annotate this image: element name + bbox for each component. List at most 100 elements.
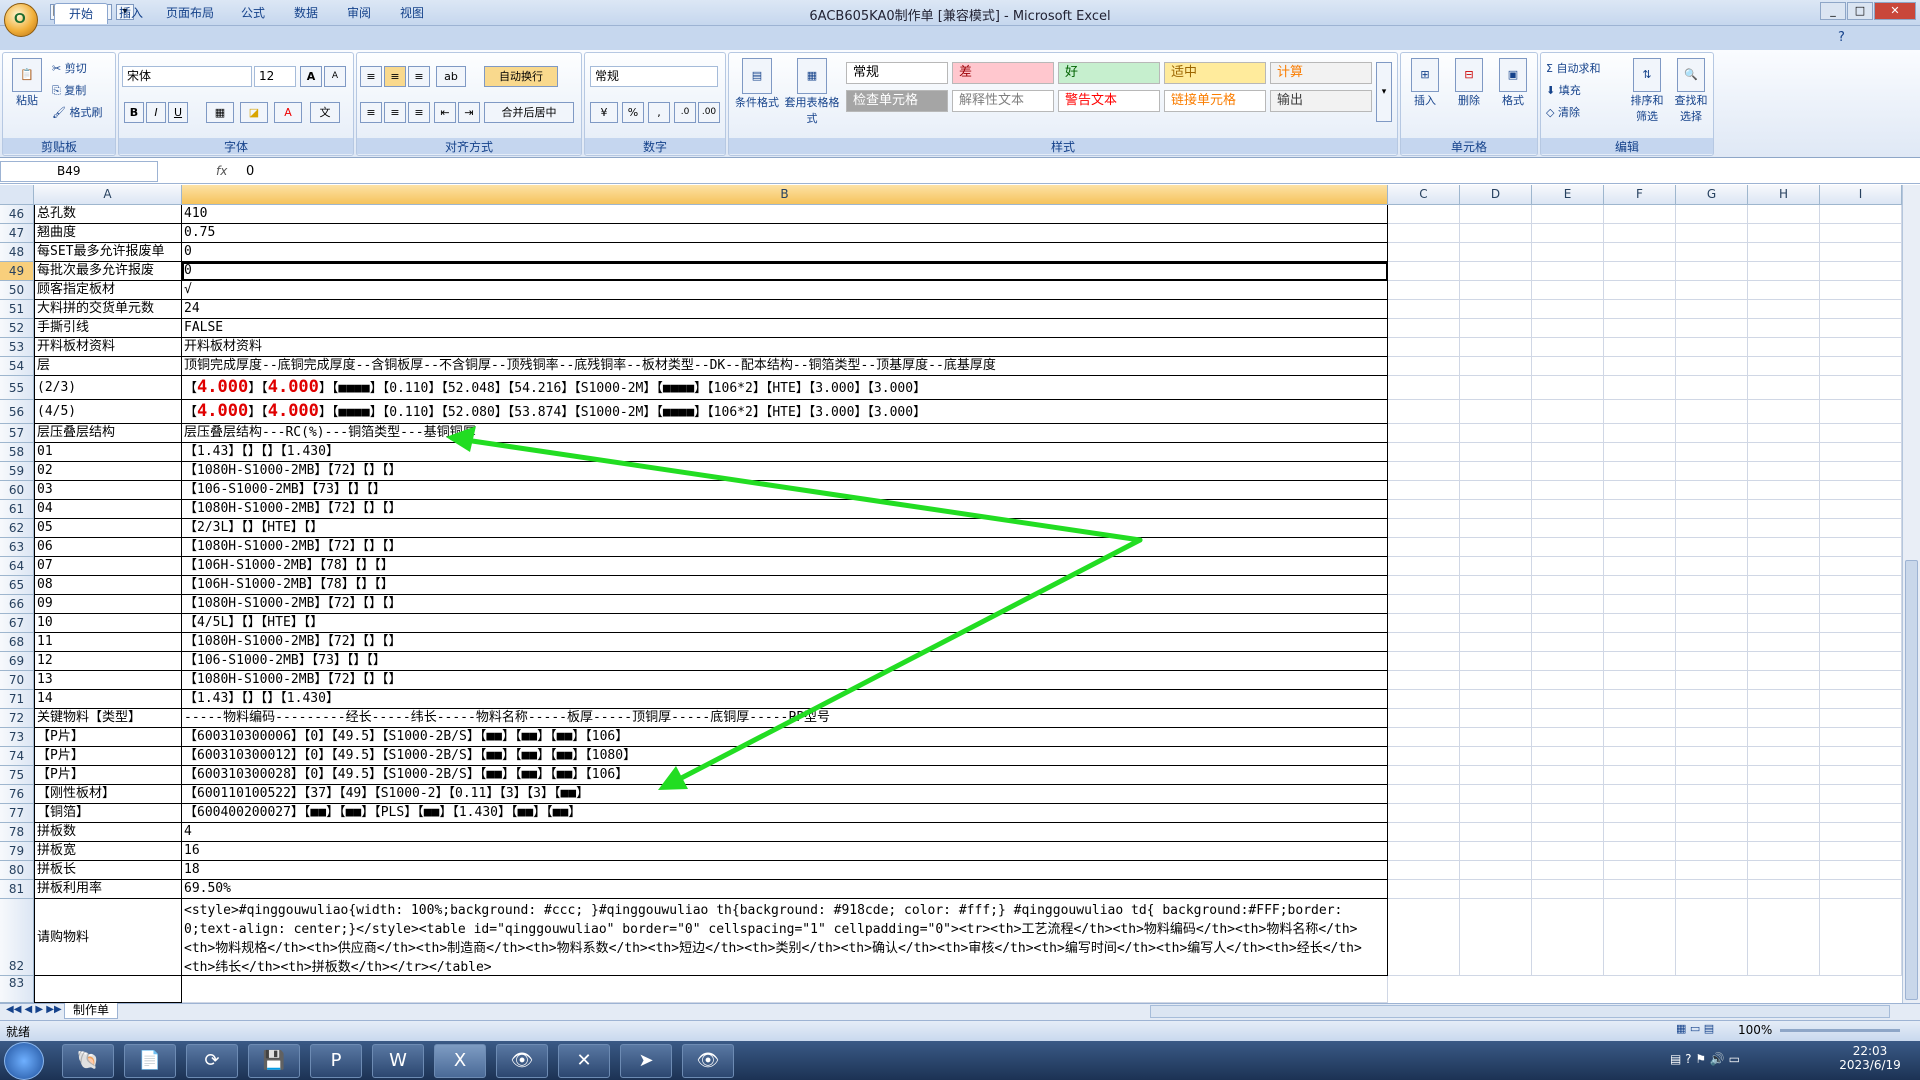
- delete-cells-button[interactable]: ⊟ 删除: [1448, 58, 1490, 108]
- tab-page-layout[interactable]: 页面布局: [152, 3, 228, 24]
- cell-C57[interactable]: [1388, 424, 1460, 443]
- formula-input[interactable]: 0: [246, 164, 254, 179]
- cell-F52[interactable]: [1604, 319, 1676, 338]
- cell-E69[interactable]: [1532, 652, 1604, 671]
- cell-D50[interactable]: [1460, 281, 1532, 300]
- cell-A83[interactable]: [34, 976, 182, 1003]
- taskbar-app-icon[interactable]: ⟳: [186, 1044, 238, 1078]
- taskbar-x-icon[interactable]: ✕: [558, 1044, 610, 1078]
- cell-D46[interactable]: [1460, 205, 1532, 224]
- cell-D68[interactable]: [1460, 633, 1532, 652]
- cell-C73[interactable]: [1388, 728, 1460, 747]
- cell-E57[interactable]: [1532, 424, 1604, 443]
- cell-B54[interactable]: 顶铜完成厚度--底铜完成厚度--含铜板厚--不含铜厚--顶残铜率--底残铜率--…: [182, 357, 1388, 376]
- clock[interactable]: 22:03 2023/6/19: [1830, 1044, 1910, 1072]
- cell-A62[interactable]: 05: [34, 519, 182, 538]
- cell-B78[interactable]: 4: [182, 823, 1388, 842]
- cell-H60[interactable]: [1748, 481, 1820, 500]
- cell-E77[interactable]: [1532, 804, 1604, 823]
- cell-B59[interactable]: 【1080H-S1000-2MB】【72】【】【】: [182, 462, 1388, 481]
- cell-E68[interactable]: [1532, 633, 1604, 652]
- format-painter-button[interactable]: 🖌 格式刷: [52, 104, 102, 120]
- cell-E75[interactable]: [1532, 766, 1604, 785]
- cell-G57[interactable]: [1676, 424, 1748, 443]
- cell-F46[interactable]: [1604, 205, 1676, 224]
- row-header-60[interactable]: 60: [0, 481, 34, 500]
- format-as-table-button[interactable]: ▦ 套用表格格式: [784, 58, 840, 126]
- cell-H69[interactable]: [1748, 652, 1820, 671]
- row-header-71[interactable]: 71: [0, 690, 34, 709]
- cell-A56[interactable]: (4/5): [34, 400, 182, 424]
- row-header-76[interactable]: 76: [0, 785, 34, 804]
- cell-G53[interactable]: [1676, 338, 1748, 357]
- cell-I46[interactable]: [1820, 205, 1902, 224]
- cell-D54[interactable]: [1460, 357, 1532, 376]
- cell-G63[interactable]: [1676, 538, 1748, 557]
- cell-E72[interactable]: [1532, 709, 1604, 728]
- cell-F75[interactable]: [1604, 766, 1676, 785]
- cell-D70[interactable]: [1460, 671, 1532, 690]
- taskbar-notepad-icon[interactable]: 📄: [124, 1044, 176, 1078]
- cell-H58[interactable]: [1748, 443, 1820, 462]
- cell-B71[interactable]: 【1.43】【】【】【1.430】: [182, 690, 1388, 709]
- cell-F82[interactable]: [1604, 899, 1676, 976]
- row-header-46[interactable]: 46: [0, 205, 34, 224]
- cell-D65[interactable]: [1460, 576, 1532, 595]
- cell-H81[interactable]: [1748, 880, 1820, 899]
- column-header-C[interactable]: C: [1388, 185, 1460, 205]
- cell-B74[interactable]: 【600310300012】【0】【49.5】【S1000-2B/S】【■■】【…: [182, 747, 1388, 766]
- row-header-61[interactable]: 61: [0, 500, 34, 519]
- cell-B49[interactable]: 0: [182, 262, 1388, 281]
- cell-E61[interactable]: [1532, 500, 1604, 519]
- cell-I54[interactable]: [1820, 357, 1902, 376]
- cell-A68[interactable]: 11: [34, 633, 182, 652]
- cell-B77[interactable]: 【600400200027】【■■】【■■】【PLS】【■■】【1.430】【■…: [182, 804, 1388, 823]
- cell-style-3[interactable]: 好: [1058, 62, 1160, 84]
- cell-G77[interactable]: [1676, 804, 1748, 823]
- cell-D48[interactable]: [1460, 243, 1532, 262]
- cell-H57[interactable]: [1748, 424, 1820, 443]
- cell-H47[interactable]: [1748, 224, 1820, 243]
- cell-B80[interactable]: 18: [182, 861, 1388, 880]
- cell-C52[interactable]: [1388, 319, 1460, 338]
- cell-E58[interactable]: [1532, 443, 1604, 462]
- cell-F61[interactable]: [1604, 500, 1676, 519]
- cell-G58[interactable]: [1676, 443, 1748, 462]
- fill-color-icon[interactable]: ◪: [240, 102, 268, 123]
- row-header-47[interactable]: 47: [0, 224, 34, 243]
- cell-D59[interactable]: [1460, 462, 1532, 481]
- cell-F80[interactable]: [1604, 861, 1676, 880]
- tray-icons[interactable]: ▤ ? ⚑ 🔊 ▭: [1670, 1052, 1740, 1066]
- cell-E48[interactable]: [1532, 243, 1604, 262]
- taskbar-eye-icon[interactable]: 👁: [496, 1044, 548, 1078]
- cell-C68[interactable]: [1388, 633, 1460, 652]
- cell-D49[interactable]: [1460, 262, 1532, 281]
- cell-I51[interactable]: [1820, 300, 1902, 319]
- cell-D74[interactable]: [1460, 747, 1532, 766]
- cell-I60[interactable]: [1820, 481, 1902, 500]
- cell-H80[interactable]: [1748, 861, 1820, 880]
- cell-F68[interactable]: [1604, 633, 1676, 652]
- cell-F59[interactable]: [1604, 462, 1676, 481]
- font-color-icon[interactable]: A: [274, 102, 302, 123]
- cell-B51[interactable]: 24: [182, 300, 1388, 319]
- cell-B46[interactable]: 410: [182, 205, 1388, 224]
- row-header-56[interactable]: 56: [0, 400, 34, 424]
- cell-G72[interactable]: [1676, 709, 1748, 728]
- cell-C69[interactable]: [1388, 652, 1460, 671]
- underline-button[interactable]: U: [168, 102, 188, 123]
- cell-E55[interactable]: [1532, 376, 1604, 400]
- cell-D73[interactable]: [1460, 728, 1532, 747]
- cell-G65[interactable]: [1676, 576, 1748, 595]
- cell-A46[interactable]: 总孔数: [34, 205, 182, 224]
- column-header-F[interactable]: F: [1604, 185, 1676, 205]
- taskbar-word-icon[interactable]: W: [372, 1044, 424, 1078]
- cell-G47[interactable]: [1676, 224, 1748, 243]
- row-header-69[interactable]: 69: [0, 652, 34, 671]
- cell-B52[interactable]: FALSE: [182, 319, 1388, 338]
- cell-D67[interactable]: [1460, 614, 1532, 633]
- cell-D52[interactable]: [1460, 319, 1532, 338]
- cell-E62[interactable]: [1532, 519, 1604, 538]
- styles-more-icon[interactable]: ▾: [1376, 62, 1392, 122]
- percent-button[interactable]: %: [622, 102, 644, 123]
